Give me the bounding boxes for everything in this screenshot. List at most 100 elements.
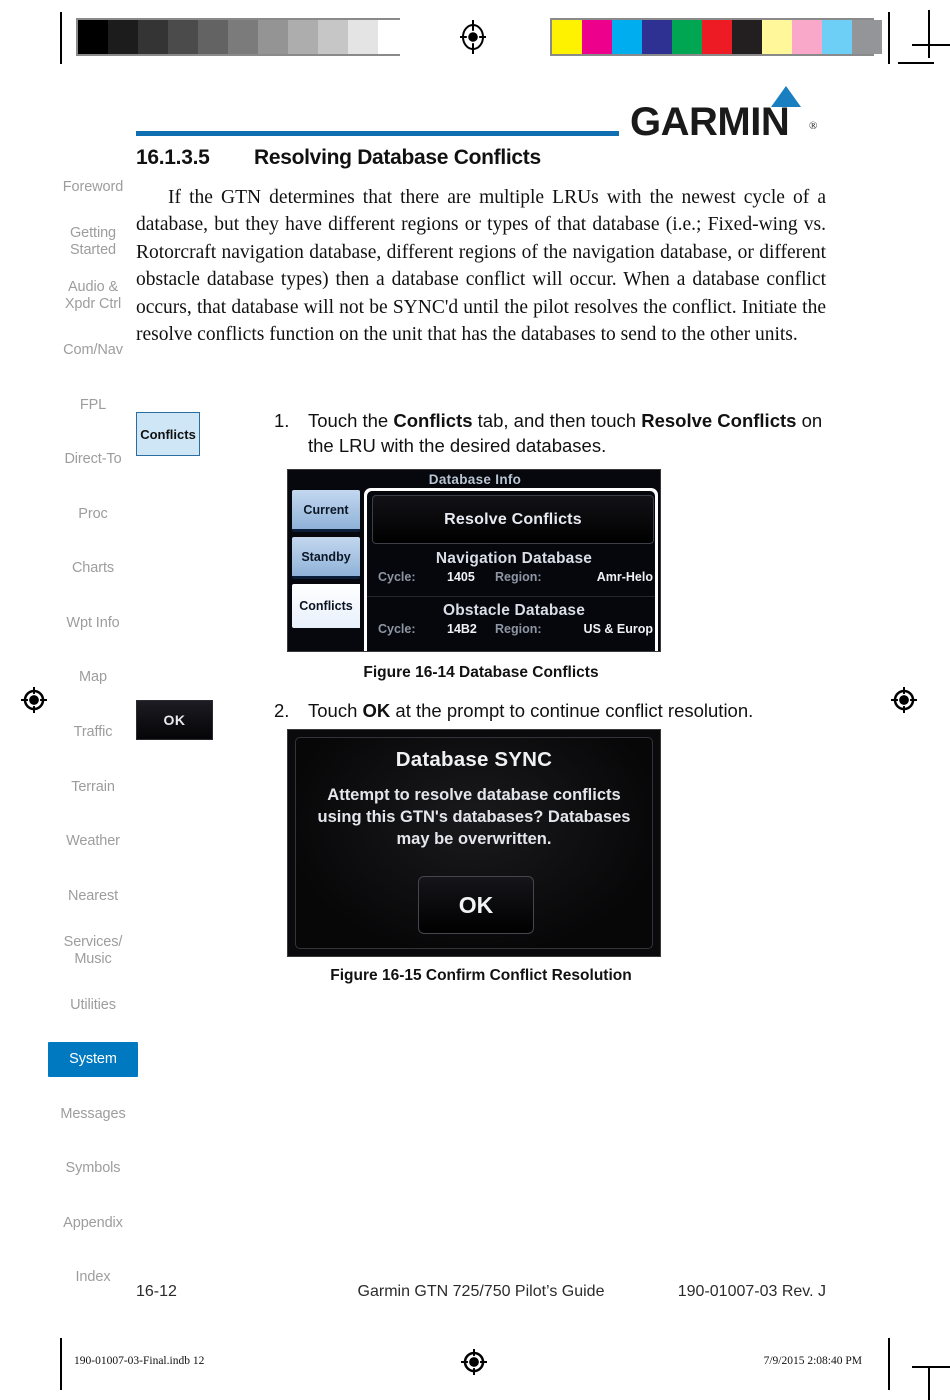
sidebar-item-label: Map <box>79 669 107 686</box>
color-swatches <box>552 20 882 54</box>
sidebar-item-foreword[interactable]: Foreword <box>48 179 138 196</box>
figure-16-14-caption: Figure 16-14 Database Conflicts <box>363 664 599 681</box>
sidebar-item-traffic[interactable]: Traffic <box>48 724 138 741</box>
color-swatch-9 <box>822 20 852 54</box>
chapter-sidebar[interactable]: Foreword Getting Started Audio & Xpdr Ctrl Co… <box>48 160 138 1305</box>
color-swatch-7 <box>762 20 792 54</box>
gtn-content-inner: Resolve Conflicts Navigation Database Cy… <box>367 491 655 651</box>
sidebar-item-wpt-info[interactable]: Wpt Info <box>48 615 138 632</box>
nav-region-value: Amr-Helo <box>596 570 653 584</box>
sidebar-item-proc[interactable]: Proc <box>48 506 138 523</box>
sidebar-item-label: Services/ <box>63 933 123 950</box>
page-content: 16.1.3.5 Resolving Database Conflicts If… <box>136 146 826 348</box>
step-2-text: Touch OK at the prompt to continue confl… <box>308 698 826 723</box>
sidebar-item-messages[interactable]: Messages <box>48 1106 138 1123</box>
sidebar-item-charts[interactable]: Charts <box>48 560 138 577</box>
registration-target-right <box>890 686 917 713</box>
color-swatch-2 <box>612 20 642 54</box>
sidebar-item-direct-to[interactable]: Direct-To <box>48 451 138 468</box>
obs-cycle-label: Cycle: <box>378 622 416 636</box>
grayscale-swatch-6 <box>258 20 288 54</box>
sidebar-item-appendix[interactable]: Appendix <box>48 1215 138 1232</box>
registration-target-top <box>460 20 486 54</box>
step-2: 2. Touch OK at the prompt to continue co… <box>268 698 826 723</box>
gtn-tab-standby[interactable]: Standby <box>292 537 360 579</box>
figure-16-15-caption: Figure 16-15 Confirm Conflict Resolution <box>330 967 632 984</box>
sidebar-item-symbols[interactable]: Symbols <box>48 1160 138 1177</box>
crop-mark-corner-horizontal-a <box>912 44 950 46</box>
sidebar-item-nearest[interactable]: Nearest <box>48 888 138 905</box>
sidebar-item-getting-started[interactable]: Getting Started <box>48 225 138 259</box>
registered-trademark-icon: ® <box>809 120 818 132</box>
sidebar-item-label: Terrain <box>71 778 115 795</box>
sidebar-item-index[interactable]: Index <box>48 1269 138 1286</box>
sidebar-item-label: Foreword <box>62 178 124 195</box>
sidebar-item-label: Appendix <box>63 1214 123 1231</box>
sidebar-item-map[interactable]: Map <box>48 669 138 686</box>
sidebar-item-services-music[interactable]: Services/Music <box>48 934 138 968</box>
sidebar-item-label: Direct-To <box>64 451 122 468</box>
database-sync-title: Database SYNC <box>395 748 553 771</box>
database-sync-ok-button[interactable]: OK <box>418 876 534 934</box>
sidebar-item-fpl[interactable]: FPL <box>48 397 138 414</box>
conflicts-tab-key-graphic[interactable]: Conflicts <box>136 412 200 456</box>
grayscale-swatch-10 <box>378 20 408 54</box>
registration-target-bottom <box>460 1348 487 1375</box>
color-swatch-10 <box>852 20 882 54</box>
navigation-database-block[interactable]: Navigation Database Cycle: 1405 Region: … <box>367 547 655 597</box>
sidebar-item-label: System <box>69 1051 117 1068</box>
sidebar-item-com-nav[interactable]: Com/Nav <box>48 342 138 359</box>
resolve-conflicts-button[interactable]: Resolve Conflicts <box>372 495 654 544</box>
sidebar-item-label: Music <box>74 950 112 967</box>
navigation-database-name: Navigation Database <box>435 550 593 567</box>
crop-mark-right-bottom <box>888 1338 890 1390</box>
gtn-tab-current[interactable]: Current <box>292 490 360 532</box>
header-rule <box>136 131 619 136</box>
registration-target-left <box>20 686 47 713</box>
gtn-tab-conflicts[interactable]: Conflicts <box>292 584 360 628</box>
step-1-text: Touch the Conflicts tab, and then touch … <box>308 408 826 458</box>
grayscale-swatch-1 <box>108 20 138 54</box>
obs-region-value: US & Europ <box>583 622 653 636</box>
page-title: 16.1.3.5 Resolving Database Conflicts <box>136 146 826 170</box>
step-2-text-a: Touch <box>308 700 363 721</box>
step-1-number: 1. <box>274 410 290 431</box>
sidebar-item-label: Getting <box>69 224 117 241</box>
color-swatch-6 <box>732 20 762 54</box>
garmin-logo: GARMIN ® <box>630 86 822 142</box>
garmin-wordmark: GARMIN <box>630 100 790 144</box>
print-info-file: 190-01007-03-Final.indb 12 <box>74 1355 205 1367</box>
step-2-number: 2. <box>274 700 290 721</box>
gtn-screen-title: Database Info <box>428 472 522 487</box>
navigation-database-row: Cycle: 1405 Region: Amr-Helo <box>367 570 655 592</box>
sidebar-item-label: Traffic <box>73 724 113 740</box>
crop-mark-right-top <box>888 12 890 64</box>
sidebar-item-audio-xpdr-ctrl[interactable]: Audio & Xpdr Ctrl <box>48 279 138 313</box>
sidebar-item-weather[interactable]: Weather <box>48 833 138 850</box>
obs-region-label: Region: <box>495 622 542 636</box>
sidebar-item-terrain[interactable]: Terrain <box>48 779 138 796</box>
sidebar-item-utilities[interactable]: Utilities <box>48 997 138 1014</box>
nav-region-label: Region: <box>495 570 542 584</box>
step-1-text-b: tab, and then touch <box>472 410 642 431</box>
nav-cycle-label: Cycle: <box>378 570 416 584</box>
grayscale-swatch-5 <box>228 20 258 54</box>
step-1-text-a: Touch the <box>308 410 394 431</box>
crop-mark-corner-vertical <box>928 10 930 58</box>
grayscale-swatch-8 <box>318 20 348 54</box>
step-1-bold-conflicts: Conflicts <box>393 410 473 431</box>
obstacle-database-block[interactable]: Obstacle Database Cycle: 14B2 Region: US… <box>367 599 655 649</box>
ok-key-label: OK <box>163 712 186 728</box>
grayscale-calibration-strip <box>76 18 408 56</box>
sidebar-item-system[interactable]: System <box>48 1042 138 1078</box>
grayscale-swatch-0 <box>78 20 108 54</box>
ok-key-graphic[interactable]: OK <box>136 700 213 740</box>
grayscale-swatch-9 <box>348 20 378 54</box>
sidebar-item-label: Proc <box>78 505 108 522</box>
sidebar-item-label: Index <box>75 1269 111 1286</box>
nav-cycle-value: 1405 <box>447 570 475 584</box>
sidebar-item-label: Xpdr Ctrl <box>64 296 122 313</box>
gtn-tab-conflicts-label: Conflicts <box>299 599 353 613</box>
obstacle-database-name: Obstacle Database <box>442 602 586 619</box>
grayscale-swatches <box>78 20 408 54</box>
